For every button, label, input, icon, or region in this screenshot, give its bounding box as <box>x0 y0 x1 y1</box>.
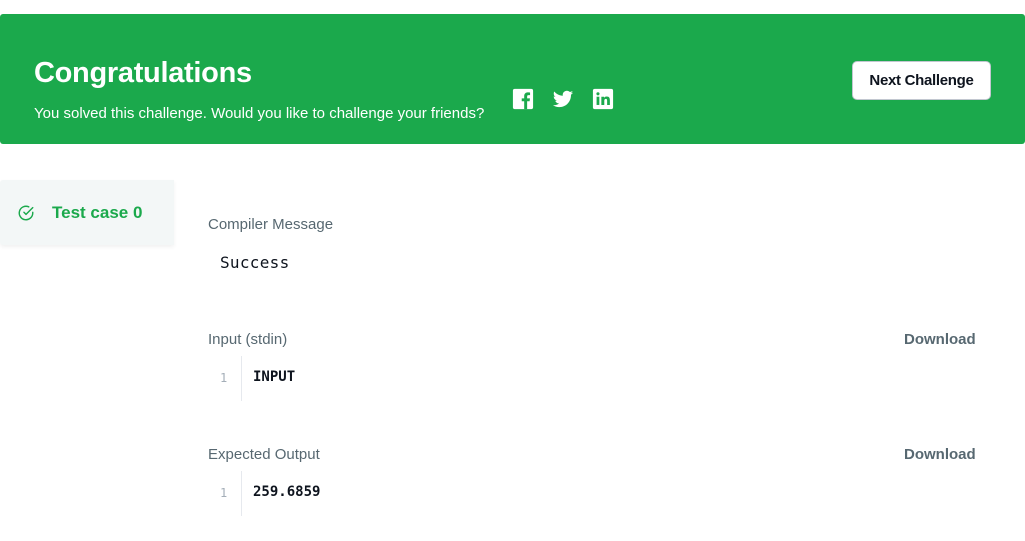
input-code-block: 1 INPUT <box>208 356 988 401</box>
code-line: 259.6859 <box>253 484 321 500</box>
linkedin-icon[interactable] <box>592 88 614 110</box>
check-circle-icon <box>18 205 34 221</box>
line-number: 1 <box>220 486 228 500</box>
gutter-divider <box>241 356 242 401</box>
gutter-divider <box>241 471 242 516</box>
banner-subtitle: You solved this challenge. Would you lik… <box>34 105 485 122</box>
line-number: 1 <box>220 371 228 385</box>
compiler-message-label: Compiler Message <box>208 216 334 233</box>
input-label: Input (stdin) <box>208 331 288 348</box>
banner-title: Congratulations <box>34 57 252 89</box>
compiler-message: Success <box>220 253 290 272</box>
expected-output-code-block: 1 259.6859 <box>208 471 988 516</box>
next-challenge-button[interactable]: Next Challenge <box>852 61 991 100</box>
tab-label: Test case 0 <box>52 203 143 222</box>
twitter-icon[interactable] <box>552 88 574 110</box>
success-banner: Congratulations You solved this challeng… <box>0 14 1025 144</box>
input-download-link[interactable]: Download <box>904 331 976 348</box>
share-icons <box>512 88 614 110</box>
tab-test-case-0[interactable]: Test case 0 <box>0 180 174 245</box>
code-line: INPUT <box>253 369 296 385</box>
expected-output-label: Expected Output <box>208 446 320 463</box>
facebook-icon[interactable] <box>512 88 534 110</box>
expected-output-download-link[interactable]: Download <box>904 446 976 463</box>
